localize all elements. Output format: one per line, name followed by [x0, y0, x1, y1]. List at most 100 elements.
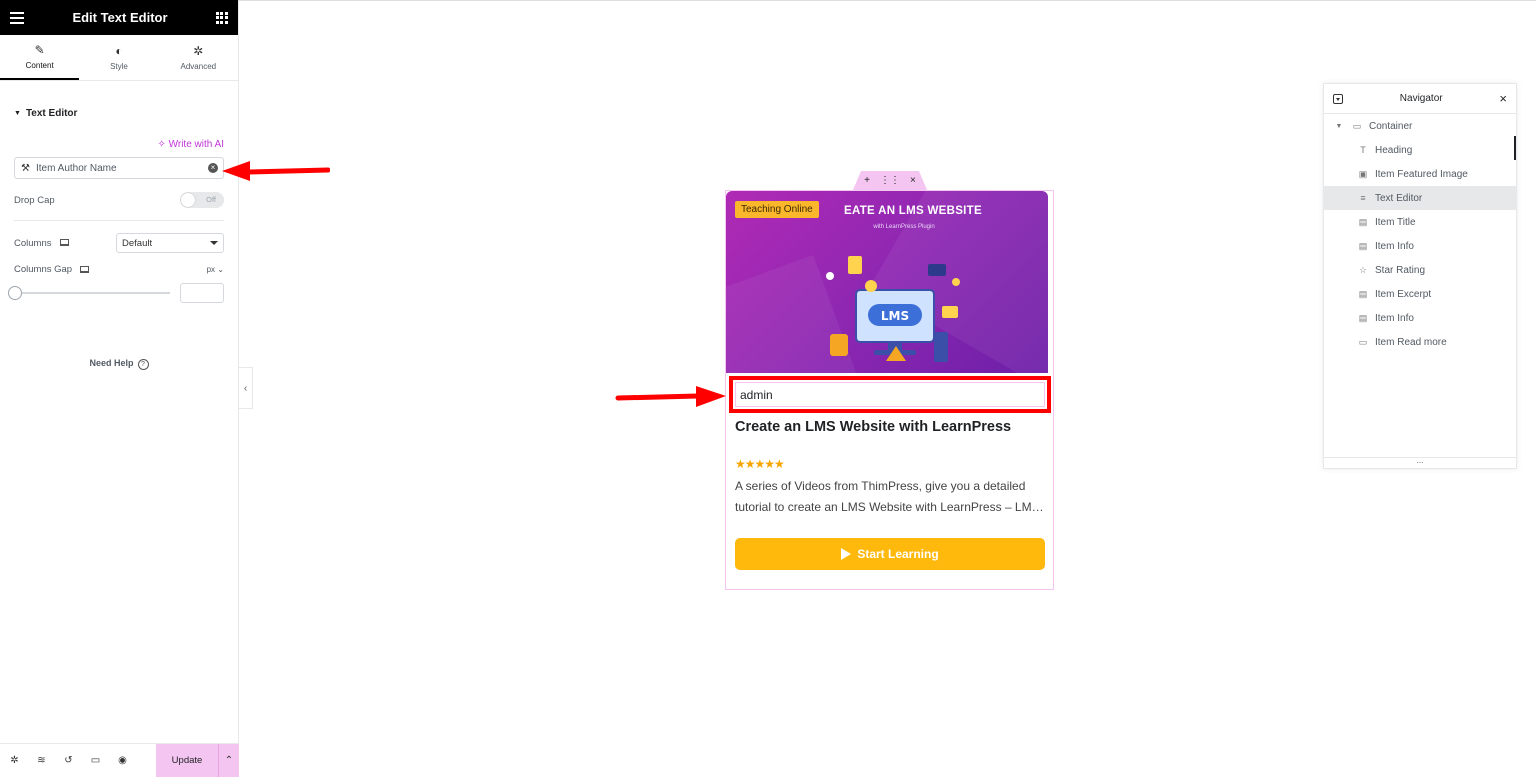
panel-title: Edit Text Editor: [72, 10, 168, 25]
section-toggle-text-editor[interactable]: ▼ Text Editor: [14, 108, 224, 119]
divider: [14, 220, 224, 221]
dynamic-tag-field[interactable]: ⚒ Item Author Name ×: [14, 157, 224, 179]
columns-gap-row: Columns Gap px ⌄: [14, 264, 224, 275]
button-icon: ▭: [1358, 336, 1368, 347]
course-card: EATE AN LMS WEBSITE with LearnPress Plug…: [725, 190, 1054, 590]
course-excerpt: A series of Videos from ThimPress, give …: [735, 479, 1044, 514]
close-icon[interactable]: ×: [910, 175, 916, 186]
nav-item[interactable]: ▭ Item Read more: [1324, 330, 1516, 354]
nav-item[interactable]: ▣ Item Featured Image: [1324, 162, 1516, 186]
columns-gap-input[interactable]: [180, 283, 224, 303]
need-help-label: Need Help: [89, 358, 134, 368]
featured-image: EATE AN LMS WEBSITE with LearnPress Plug…: [726, 191, 1048, 373]
collapse-all-icon[interactable]: [1333, 93, 1343, 104]
desktop-icon[interactable]: [80, 265, 90, 273]
pencil-icon: ✎: [34, 42, 45, 57]
document-icon: ▤: [1358, 240, 1368, 251]
hero-subtitle: with LearnPress Plugin: [873, 224, 935, 230]
slider-thumb[interactable]: [8, 286, 22, 300]
hero-title: EATE AN LMS WEBSITE: [844, 205, 982, 217]
desktop-icon[interactable]: [59, 239, 69, 247]
tab-advanced[interactable]: ✲ Advanced: [159, 35, 238, 80]
play-icon: [841, 548, 852, 560]
nav-item[interactable]: T Heading: [1324, 138, 1516, 162]
tab-advanced-label: Advanced: [180, 61, 217, 71]
toggle-knob: [181, 193, 195, 207]
responsive-icon[interactable]: ▭: [83, 755, 108, 766]
nav-item-label: Item Featured Image: [1375, 168, 1468, 180]
nav-item[interactable]: ▤ Item Info: [1324, 234, 1516, 258]
write-with-ai-link[interactable]: ✧ Write with AI: [14, 139, 224, 150]
tab-content-label: Content: [25, 60, 54, 70]
caret-down-icon: ▼: [14, 110, 21, 117]
text-editor-icon: ≡: [1360, 193, 1366, 203]
need-help-link[interactable]: Need Help?: [14, 358, 224, 370]
panel-header: Edit Text Editor: [0, 0, 238, 35]
nav-item-label: Item Info: [1375, 312, 1414, 324]
navigator-panel: Navigator × ▼ ▭ Container T Heading ▣ Item …: [1323, 83, 1517, 469]
hamburger-menu-icon[interactable]: [10, 11, 24, 24]
write-with-ai-label: Write with AI: [168, 139, 224, 150]
highlight-box: admin: [729, 376, 1051, 413]
heading-icon: T: [1360, 145, 1366, 155]
hero-logo: LMS: [881, 309, 909, 323]
container-handle[interactable]: + ⋮⋮ ×: [853, 171, 927, 190]
collapse-panel-button[interactable]: ‹: [239, 367, 253, 409]
author-name[interactable]: admin: [735, 382, 1045, 407]
half-circle-icon: ◐: [115, 43, 123, 58]
category-badge: Teaching Online: [735, 201, 819, 218]
nav-item-label: Container: [1369, 120, 1413, 132]
start-learning-label: Start Learning: [857, 547, 939, 561]
drop-cap-toggle[interactable]: Off: [180, 192, 224, 208]
wrench-icon: ⚒: [21, 162, 30, 174]
nav-item[interactable]: ▤ Item Excerpt: [1324, 282, 1516, 306]
preview-eye-icon[interactable]: ◉: [110, 755, 135, 766]
nav-item[interactable]: ≡ Text Editor: [1324, 186, 1516, 210]
container-icon: ▭: [1352, 120, 1362, 131]
remove-tag-icon[interactable]: ×: [208, 163, 218, 173]
drag-icon[interactable]: ⋮⋮: [880, 175, 900, 186]
tab-style-label: Style: [110, 61, 128, 71]
dynamic-tag-label: Item Author Name: [35, 162, 117, 174]
editor-panel: Edit Text Editor ✎ Content ◐ Style ✲ Adv…: [0, 0, 239, 777]
drop-cap-label: Drop Cap: [14, 194, 55, 206]
star-rating-icon: ☆: [1358, 264, 1368, 275]
widgets-grid-icon[interactable]: [215, 11, 228, 24]
chevron-down-icon: [210, 241, 218, 245]
navigator-header: Navigator ×: [1324, 84, 1516, 114]
history-icon[interactable]: ↺: [56, 755, 81, 766]
nav-item-label: Text Editor: [1375, 192, 1423, 204]
close-icon[interactable]: ×: [1499, 91, 1507, 106]
columns-gap-label: Columns Gap: [14, 264, 73, 275]
nav-item[interactable]: ▤ Item Title: [1324, 210, 1516, 234]
section-title: Text Editor: [25, 108, 78, 119]
panel-footer: ✲ ≋ ↺ ▭ ◉ Update ⌃: [0, 743, 239, 777]
tab-content[interactable]: ✎ Content: [0, 35, 80, 80]
star-rating: ★★★★★: [735, 457, 785, 471]
nav-item-container[interactable]: ▼ ▭ Container: [1324, 114, 1516, 138]
layers-icon[interactable]: ≋: [29, 755, 54, 766]
image-icon: ▣: [1358, 168, 1368, 179]
nav-item-label: Item Excerpt: [1375, 288, 1432, 300]
columns-label: Columns: [14, 237, 52, 249]
columns-gap-slider[interactable]: [8, 286, 170, 300]
nav-item[interactable]: ▤ Item Info: [1324, 306, 1516, 330]
chevron-up-icon[interactable]: ⌃: [218, 743, 239, 777]
resize-handle[interactable]: ...: [1324, 457, 1516, 468]
columns-select[interactable]: Default: [116, 233, 224, 253]
document-icon: ▤: [1358, 288, 1368, 299]
toggle-off-label: Off: [206, 195, 216, 204]
course-title: Create an LMS Website with LearnPress: [735, 419, 1012, 435]
annotation-arrow-left: [222, 161, 330, 181]
start-learning-button[interactable]: Start Learning: [735, 538, 1045, 570]
add-icon[interactable]: +: [864, 175, 870, 186]
unit-selector[interactable]: px ⌄: [207, 265, 224, 274]
columns-gap-control: [8, 283, 224, 303]
tab-style[interactable]: ◐ Style: [79, 35, 158, 80]
nav-item-label: Star Rating: [1375, 264, 1426, 276]
scrollbar[interactable]: [1514, 136, 1516, 160]
drop-cap-row: Drop Cap Off: [14, 192, 224, 208]
nav-item[interactable]: ☆ Star Rating: [1324, 258, 1516, 282]
update-button[interactable]: Update: [156, 743, 218, 777]
settings-icon[interactable]: ✲: [2, 755, 27, 766]
